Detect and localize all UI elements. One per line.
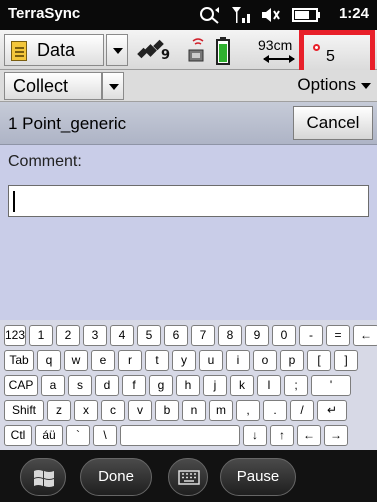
data-dropdown-arrow[interactable]	[106, 34, 128, 66]
keyboard-key[interactable]: b	[155, 400, 179, 421]
keyboard-key[interactable]: /	[290, 400, 314, 421]
keyboard-key[interactable]: .	[263, 400, 287, 421]
keyboard-key[interactable]: s	[68, 375, 92, 396]
keyboard-key[interactable]: u	[199, 350, 223, 371]
start-button[interactable]	[20, 458, 66, 496]
volume-icon	[262, 8, 280, 22]
keyboard-key[interactable]: Shift	[4, 400, 44, 421]
keyboard-key[interactable]: ,	[236, 400, 260, 421]
keyboard-toggle-button[interactable]	[168, 458, 208, 496]
antenna-height-value[interactable]: 93cm	[258, 37, 292, 53]
keyboard-key[interactable]: 5	[137, 325, 161, 346]
clock: 1:24	[338, 5, 369, 22]
keyboard-key[interactable]: CAP	[4, 375, 38, 396]
keyboard-key[interactable]: →	[324, 425, 348, 446]
logged-position-count: 5	[326, 48, 335, 65]
keyboard-key[interactable]: 7	[191, 325, 215, 346]
keyboard-key[interactable]: 0	[272, 325, 296, 346]
keyboard-key[interactable]: i	[226, 350, 250, 371]
double-arrow-icon	[263, 55, 295, 63]
keyboard-key[interactable]: 4	[110, 325, 134, 346]
collect-label: Collect	[13, 76, 69, 96]
status-bar: TerraSync 1:24	[0, 0, 377, 30]
feature-title: 1 Point_generic	[8, 114, 127, 133]
keyboard-key[interactable]: q	[37, 350, 61, 371]
data-section-label: Data	[37, 40, 76, 60]
keyboard-key[interactable]: x	[74, 400, 98, 421]
keyboard-key[interactable]: d	[95, 375, 119, 396]
keyboard-key[interactable]: k	[230, 375, 254, 396]
keyboard-key[interactable]: o	[253, 350, 277, 371]
done-button[interactable]: Done	[80, 458, 152, 496]
app-title: TerraSync	[8, 5, 81, 22]
collect-section-button[interactable]: Collect	[4, 72, 102, 100]
satellite-count: 9	[161, 48, 171, 63]
soft-keyboard: 123 1 2 3 4 5 6 7 8 9 0- = ← Tab q w e r t y u i o p[] CAP a s d f g h…	[0, 320, 377, 450]
keyboard-key[interactable]: [	[307, 350, 331, 371]
keyboard-key[interactable]: `	[66, 425, 90, 446]
keyboard-key[interactable]: a	[41, 375, 65, 396]
signal-icon	[232, 7, 250, 23]
keyboard-key[interactable]: m	[209, 400, 233, 421]
keyboard-key[interactable]: ↑	[270, 425, 294, 446]
windows-icon	[34, 470, 54, 487]
attribute-form: Comment:	[0, 145, 377, 320]
pause-button[interactable]: Pause	[220, 458, 296, 496]
keyboard-key[interactable]: \	[93, 425, 117, 446]
keyboard-key[interactable]: f	[122, 375, 146, 396]
bottom-nav-bar: Done Pause	[0, 450, 377, 502]
keyboard-key[interactable]: ←	[353, 325, 377, 346]
keyboard-key[interactable]: 9	[245, 325, 269, 346]
battery-icon	[292, 8, 320, 22]
record-icon	[313, 44, 320, 51]
keyboard-key[interactable]: z	[47, 400, 71, 421]
keyboard-key[interactable]: 2	[56, 325, 80, 346]
keyboard-key[interactable]: h	[176, 375, 200, 396]
keyboard-key[interactable]: t	[145, 350, 169, 371]
keyboard-icon	[178, 470, 200, 485]
keyboard-key[interactable]: ↵	[317, 400, 347, 421]
collect-dropdown-arrow[interactable]	[102, 72, 124, 100]
keyboard-key[interactable]: c	[101, 400, 125, 421]
keyboard-key[interactable]: =	[326, 325, 350, 346]
sync-icon	[200, 7, 219, 24]
keyboard-key[interactable]: Ctl	[4, 425, 32, 446]
keyboard-key[interactable]: 123	[4, 325, 26, 346]
keyboard-key[interactable]: g	[149, 375, 173, 396]
keyboard-key[interactable]: y	[172, 350, 196, 371]
keyboard-key[interactable]: ;	[284, 375, 308, 396]
data-section-button[interactable]: Data	[4, 34, 104, 66]
cancel-button[interactable]: Cancel	[293, 106, 373, 140]
keyboard-key[interactable]: p	[280, 350, 304, 371]
keyboard-key[interactable]: l	[257, 375, 281, 396]
keyboard-key[interactable]: r	[118, 350, 142, 371]
keyboard-key[interactable]: Tab	[4, 350, 34, 371]
comment-label: Comment:	[8, 153, 82, 170]
keyboard-key[interactable]: ←	[297, 425, 321, 446]
keyboard-key[interactable]: áü	[35, 425, 63, 446]
receiver-icon[interactable]	[185, 38, 211, 66]
keyboard-key[interactable]: 1	[29, 325, 53, 346]
keyboard-key[interactable]: ↓	[243, 425, 267, 446]
keyboard-key[interactable]: 8	[218, 325, 242, 346]
document-icon	[11, 41, 27, 61]
comment-field[interactable]	[8, 185, 369, 217]
keyboard-key[interactable]: j	[203, 375, 227, 396]
keyboard-key[interactable]: 3	[83, 325, 107, 346]
keyboard-key[interactable]: '	[311, 375, 351, 396]
keyboard-key[interactable]: ]	[334, 350, 358, 371]
keyboard-key[interactable]: w	[64, 350, 88, 371]
receiver-battery-icon[interactable]	[215, 36, 231, 66]
keyboard-key[interactable]: 6	[164, 325, 188, 346]
keyboard-key[interactable]: -	[299, 325, 323, 346]
space-key[interactable]	[120, 425, 240, 446]
keyboard-key[interactable]: e	[91, 350, 115, 371]
keyboard-key[interactable]: n	[182, 400, 206, 421]
options-menu-button[interactable]: Options	[297, 75, 371, 95]
feature-header: 1 Point_generic Cancel	[0, 102, 377, 145]
text-caret	[13, 191, 15, 212]
keyboard-key[interactable]: v	[128, 400, 152, 421]
